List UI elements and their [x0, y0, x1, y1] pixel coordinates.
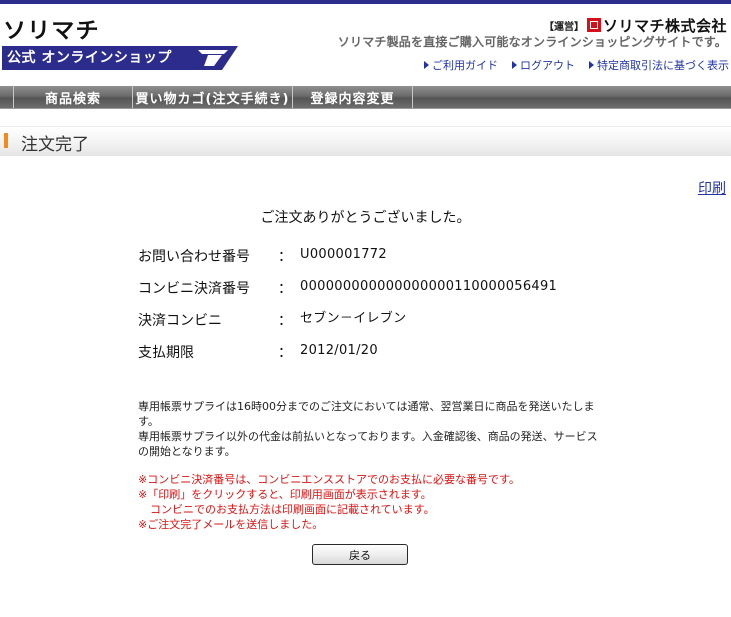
thank-you-message: ご注文ありがとうございました。 — [260, 210, 471, 226]
notice-line: ※コンビニ決済番号は、コンビニエンスストアでのお支払に必要な番号です。 — [138, 473, 520, 486]
order-info-value: 2012/01/20 — [300, 343, 378, 358]
order-info-separator: ： — [278, 249, 292, 265]
order-info-separator: ： — [278, 313, 292, 329]
triangle-right-icon — [589, 61, 594, 69]
order-info-separator: ： — [278, 345, 292, 361]
nav-product-search[interactable]: 商品検索 — [14, 86, 133, 108]
site-logo[interactable]: ソリマチ — [3, 20, 100, 44]
operator-info: 【運営】 ソリマチ株式会社 — [543, 16, 727, 35]
nav-spacer — [0, 86, 14, 108]
link-commerce-law-label: 特定商取引法に基づく表示 — [597, 59, 729, 72]
company-logo-mark — [586, 18, 601, 32]
main-nav: 商品検索 買い物カゴ(注文手続き) 登録内容変更 — [0, 86, 731, 109]
operator-label: 【運営】 — [543, 21, 584, 33]
order-info-row-deadline: 支払期限 ： 2012/01/20 — [138, 342, 557, 374]
order-info-value: 000000000000000000110000056491 — [300, 279, 558, 294]
order-info-label: お問い合わせ番号 — [138, 249, 250, 265]
link-user-guide[interactable]: ご利用ガイド — [424, 57, 498, 73]
order-info: お問い合わせ番号 ： U000001772 コンビニ決済番号 ： 0000000… — [138, 246, 557, 374]
shipping-notes: 専用帳票サプライは16時00分までのご注文においては通常、翌営業日に商品を発送い… — [138, 399, 608, 459]
triangle-right-icon — [424, 61, 429, 69]
print-link[interactable]: 印刷 — [698, 178, 726, 198]
logo-banner-text: 公式 オンラインショップ — [7, 50, 172, 66]
back-button[interactable]: 戻る — [312, 544, 408, 565]
order-info-row-store: 決済コンビニ ： セブン－イレブン — [138, 310, 557, 342]
important-notices: ※コンビニ決済番号は、コンビニエンスストアでのお支払に必要な番号です。 ※「印刷… — [138, 472, 608, 532]
order-info-label: 支払期限 — [138, 345, 194, 361]
shipping-note: 専用帳票サプライ以外の代金は前払いとなっております。入金確認後、商品の発送、サー… — [138, 430, 598, 458]
order-info-row-inquiry: お問い合わせ番号 ： U000001772 — [138, 246, 557, 278]
order-info-value: U000001772 — [300, 247, 387, 262]
order-info-value: セブン－イレブン — [300, 311, 407, 326]
link-commerce-law[interactable]: 特定商取引法に基づく表示 — [589, 57, 729, 73]
triangle-right-icon — [512, 61, 517, 69]
order-info-row-payment-number: コンビニ決済番号 ： 00000000000000000011000005649… — [138, 278, 557, 310]
link-logout-label: ログアウト — [520, 59, 575, 72]
page-heading-bar: 注文完了 — [0, 126, 731, 156]
top-accent-bar — [0, 0, 731, 4]
notice-line: コンビニでのお支払方法は印刷画面に記載されています。 — [150, 503, 435, 516]
nav-shopping-cart[interactable]: 買い物カゴ(注文手続き) — [133, 86, 293, 108]
page-title: 注文完了 — [21, 135, 89, 155]
order-info-label: コンビニ決済番号 — [138, 281, 250, 297]
heading-accent-bar — [4, 133, 8, 148]
order-info-label: 決済コンビニ — [138, 313, 222, 329]
order-info-separator: ： — [278, 281, 292, 297]
notice-line: ※「印刷」をクリックすると、印刷用画面が表示されます。 — [138, 488, 432, 501]
header-links: ご利用ガイド ログアウト 特定商取引法に基づく表示 — [424, 57, 729, 73]
link-logout[interactable]: ログアウト — [512, 57, 575, 73]
link-user-guide-label: ご利用ガイド — [432, 59, 498, 72]
notice-line: ※ご注文完了メールを送信しました。 — [138, 518, 324, 531]
nav-edit-registration[interactable]: 登録内容変更 — [293, 86, 413, 108]
site-tagline: ソリマチ製品を直接ご購入可能なオンラインショッピングサイトです。 — [337, 35, 727, 49]
shipping-note: 専用帳票サプライは16時00分までのご注文においては通常、翌営業日に商品を発送い… — [138, 400, 595, 428]
